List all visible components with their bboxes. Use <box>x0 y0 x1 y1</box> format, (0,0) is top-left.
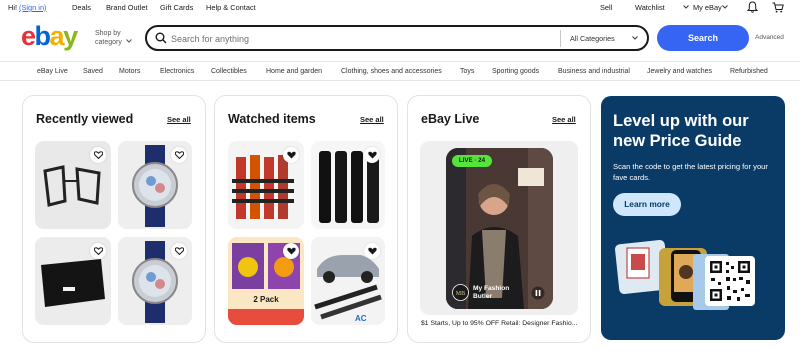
learn-more-button[interactable]: Learn more <box>613 193 681 216</box>
pack-label: 2 Pack <box>253 295 279 304</box>
channel-name-line2: Butler <box>473 293 493 300</box>
promo-body: Scan the code to get the latest pricing … <box>613 162 768 182</box>
category-link-motors[interactable]: Motors <box>119 68 140 75</box>
svg-text:AC: AC <box>355 314 367 323</box>
category-link-refurbished[interactable]: Refurbished <box>730 68 768 75</box>
live-channel-name[interactable]: My Fashion Butler <box>473 285 509 301</box>
live-stream-caption[interactable]: $1 Starts, Up to 95% OFF Retail: Designe… <box>421 320 577 327</box>
ebay-logo[interactable]: ebay <box>21 23 78 50</box>
category-link-jewelry-watches[interactable]: Jewelry and watches <box>647 68 712 75</box>
search-bar: All Categories <box>145 25 649 51</box>
watch-heart-button[interactable] <box>90 243 106 259</box>
greeting-text: Hi! <box>8 3 18 12</box>
category-link-electronics[interactable]: Electronics <box>160 68 194 75</box>
svg-text:MB: MB <box>456 291 465 297</box>
watch-heart-button[interactable] <box>171 147 187 163</box>
category-navigation: eBay Live Saved Motors Electronics Colle… <box>0 61 800 81</box>
category-link-toys[interactable]: Toys <box>460 68 474 75</box>
shop-by-line1: Shop by <box>95 30 121 37</box>
pause-icon[interactable] <box>531 286 545 300</box>
recent-item-black-panel[interactable] <box>35 237 111 325</box>
watch-heart-button[interactable] <box>364 147 380 163</box>
heart-icon <box>174 151 184 159</box>
recently-viewed-title: Recently viewed <box>36 112 134 126</box>
qr-code-box <box>705 256 755 306</box>
watched-item-coilovers[interactable] <box>228 141 304 229</box>
heart-icon <box>93 247 103 255</box>
watched-items-title: Watched items <box>228 112 316 126</box>
watched-item-black-tubes[interactable] <box>311 141 385 229</box>
category-link-sporting-goods[interactable]: Sporting goods <box>492 68 539 75</box>
channel-avatar-icon: MB <box>452 284 469 301</box>
watch-heart-button[interactable] <box>283 243 299 259</box>
channel-name-line1: My Fashion <box>473 285 510 292</box>
sign-in-link[interactable]: (Sign in) <box>19 3 47 12</box>
heart-icon <box>93 151 103 159</box>
recent-item-watch-2[interactable] <box>118 237 192 325</box>
brand-outlet-link[interactable]: Brand Outlet <box>106 3 148 12</box>
my-ebay-link[interactable]: My eBay <box>693 3 722 12</box>
heart-icon <box>174 247 184 255</box>
my-ebay-chevron-icon <box>722 5 728 9</box>
search-button[interactable]: Search <box>657 25 749 51</box>
shop-by-chevron-icon <box>126 39 132 43</box>
search-input[interactable] <box>171 31 551 46</box>
category-link-collectibles[interactable]: Collectibles <box>211 68 247 75</box>
heart-filled-icon <box>286 151 296 159</box>
watchlist-link[interactable]: Watchlist <box>635 3 665 12</box>
live-viewer-badge: LIVE · 24 <box>452 155 492 167</box>
search-icon <box>155 32 167 44</box>
gift-cards-link[interactable]: Gift Cards <box>160 3 193 12</box>
category-select-value: All Categories <box>570 34 615 43</box>
shop-by-category-button[interactable]: Shop by category <box>95 30 122 47</box>
recent-item-watch-1[interactable] <box>118 141 192 229</box>
recently-viewed-see-all[interactable]: See all <box>167 115 191 124</box>
advanced-search-link[interactable]: Advanced <box>755 34 784 41</box>
watched-item-snack-pack[interactable]: 2 Pack <box>228 237 304 325</box>
help-contact-link[interactable]: Help & Contact <box>206 3 256 12</box>
cart-icon[interactable] <box>772 2 784 13</box>
heart-filled-icon <box>286 247 296 255</box>
watched-item-car-running-boards[interactable]: AC <box>311 237 385 325</box>
qr-code-icon <box>710 261 750 301</box>
heart-filled-icon <box>367 151 377 159</box>
category-link-business-industrial[interactable]: Business and industrial <box>558 68 630 75</box>
watch-heart-button[interactable] <box>171 243 187 259</box>
deals-link[interactable]: Deals <box>72 3 91 12</box>
shop-by-line2: category <box>95 38 122 46</box>
ebay-live-see-all[interactable]: See all <box>552 115 576 124</box>
promo-title: Level up with our new Price Guide <box>613 112 749 150</box>
sell-link[interactable]: Sell <box>600 3 612 12</box>
category-link-ebay-live[interactable]: eBay Live <box>37 68 68 75</box>
heart-filled-icon <box>367 247 377 255</box>
ebay-live-title: eBay Live <box>421 112 480 126</box>
category-link-home-garden[interactable]: Home and garden <box>266 68 322 75</box>
watch-heart-button[interactable] <box>364 243 380 259</box>
category-select[interactable]: All Categories <box>560 30 644 47</box>
category-chevron-icon <box>632 36 638 40</box>
category-link-saved[interactable]: Saved <box>83 68 103 75</box>
watch-heart-button[interactable] <box>283 147 299 163</box>
top-navigation: Hi! (Sign in) Deals Brand Outlet Gift Ca… <box>0 0 800 14</box>
category-link-clothing[interactable]: Clothing, shoes and accessories <box>341 68 442 75</box>
watch-heart-button[interactable] <box>90 147 106 163</box>
watched-items-see-all[interactable]: See all <box>360 115 384 124</box>
notification-bell-icon[interactable] <box>747 1 758 13</box>
recent-item-motorcycle-rack[interactable] <box>35 141 111 229</box>
watchlist-chevron-icon <box>683 5 689 9</box>
